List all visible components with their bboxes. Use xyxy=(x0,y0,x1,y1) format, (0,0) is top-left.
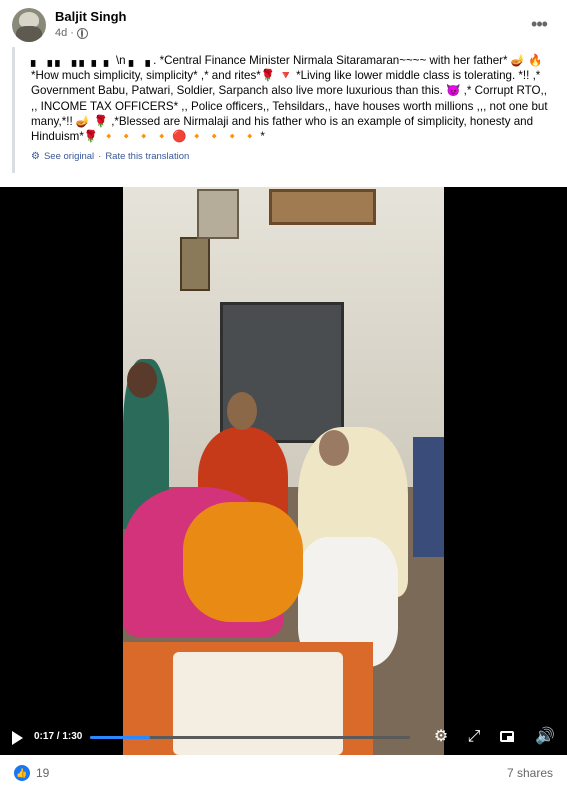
play-icon[interactable] xyxy=(12,731,23,745)
gear-icon[interactable]: ⚙ xyxy=(431,727,451,747)
post-meta: 4d · xyxy=(55,27,88,39)
shares-count[interactable]: 7 shares xyxy=(507,766,553,780)
translation-bar: ⚙ See original · Rate this translation xyxy=(31,151,555,162)
video-progress-track[interactable] xyxy=(90,736,410,739)
post-text: ▖ ▗ ▖ ▗ ▖ ▖ ▖ \n ▖ ▗ . *Central Finance … xyxy=(31,54,548,144)
post-text-block: ▖ ▗ ▖ ▗ ▖ ▖ ▖ \n ▖ ▗ . *Central Finance … xyxy=(12,47,555,173)
author-name[interactable]: Baljit Singh xyxy=(55,9,127,24)
picture-in-picture-icon[interactable] xyxy=(500,731,514,742)
volume-icon[interactable]: 🔊 xyxy=(535,727,555,747)
video-player[interactable] xyxy=(0,187,567,755)
expand-icon[interactable]: ⤢ xyxy=(464,727,484,747)
like-count[interactable]: 19 xyxy=(36,766,49,780)
post-time[interactable]: 4d · xyxy=(55,27,74,39)
video-time: 0:17 / 1:30 xyxy=(34,731,83,742)
separator: · xyxy=(98,151,102,163)
video-controls: 0:17 / 1:30 ⚙ ⤢ 🔊 xyxy=(0,723,567,753)
globe-icon xyxy=(76,27,88,39)
translate-settings-icon[interactable]: ⚙ xyxy=(31,151,40,162)
post-header: Baljit Singh 4d · ••• xyxy=(0,0,567,48)
more-options-icon[interactable]: ••• xyxy=(526,14,552,34)
see-original-link[interactable]: See original xyxy=(44,151,94,162)
rate-translation-link[interactable]: Rate this translation xyxy=(105,151,189,162)
video-progress-fill xyxy=(90,736,151,739)
avatar[interactable] xyxy=(12,8,46,42)
video-frame xyxy=(123,187,444,755)
post-footer: 👍 19 7 shares xyxy=(0,755,567,785)
like-icon[interactable]: 👍 xyxy=(14,765,30,781)
